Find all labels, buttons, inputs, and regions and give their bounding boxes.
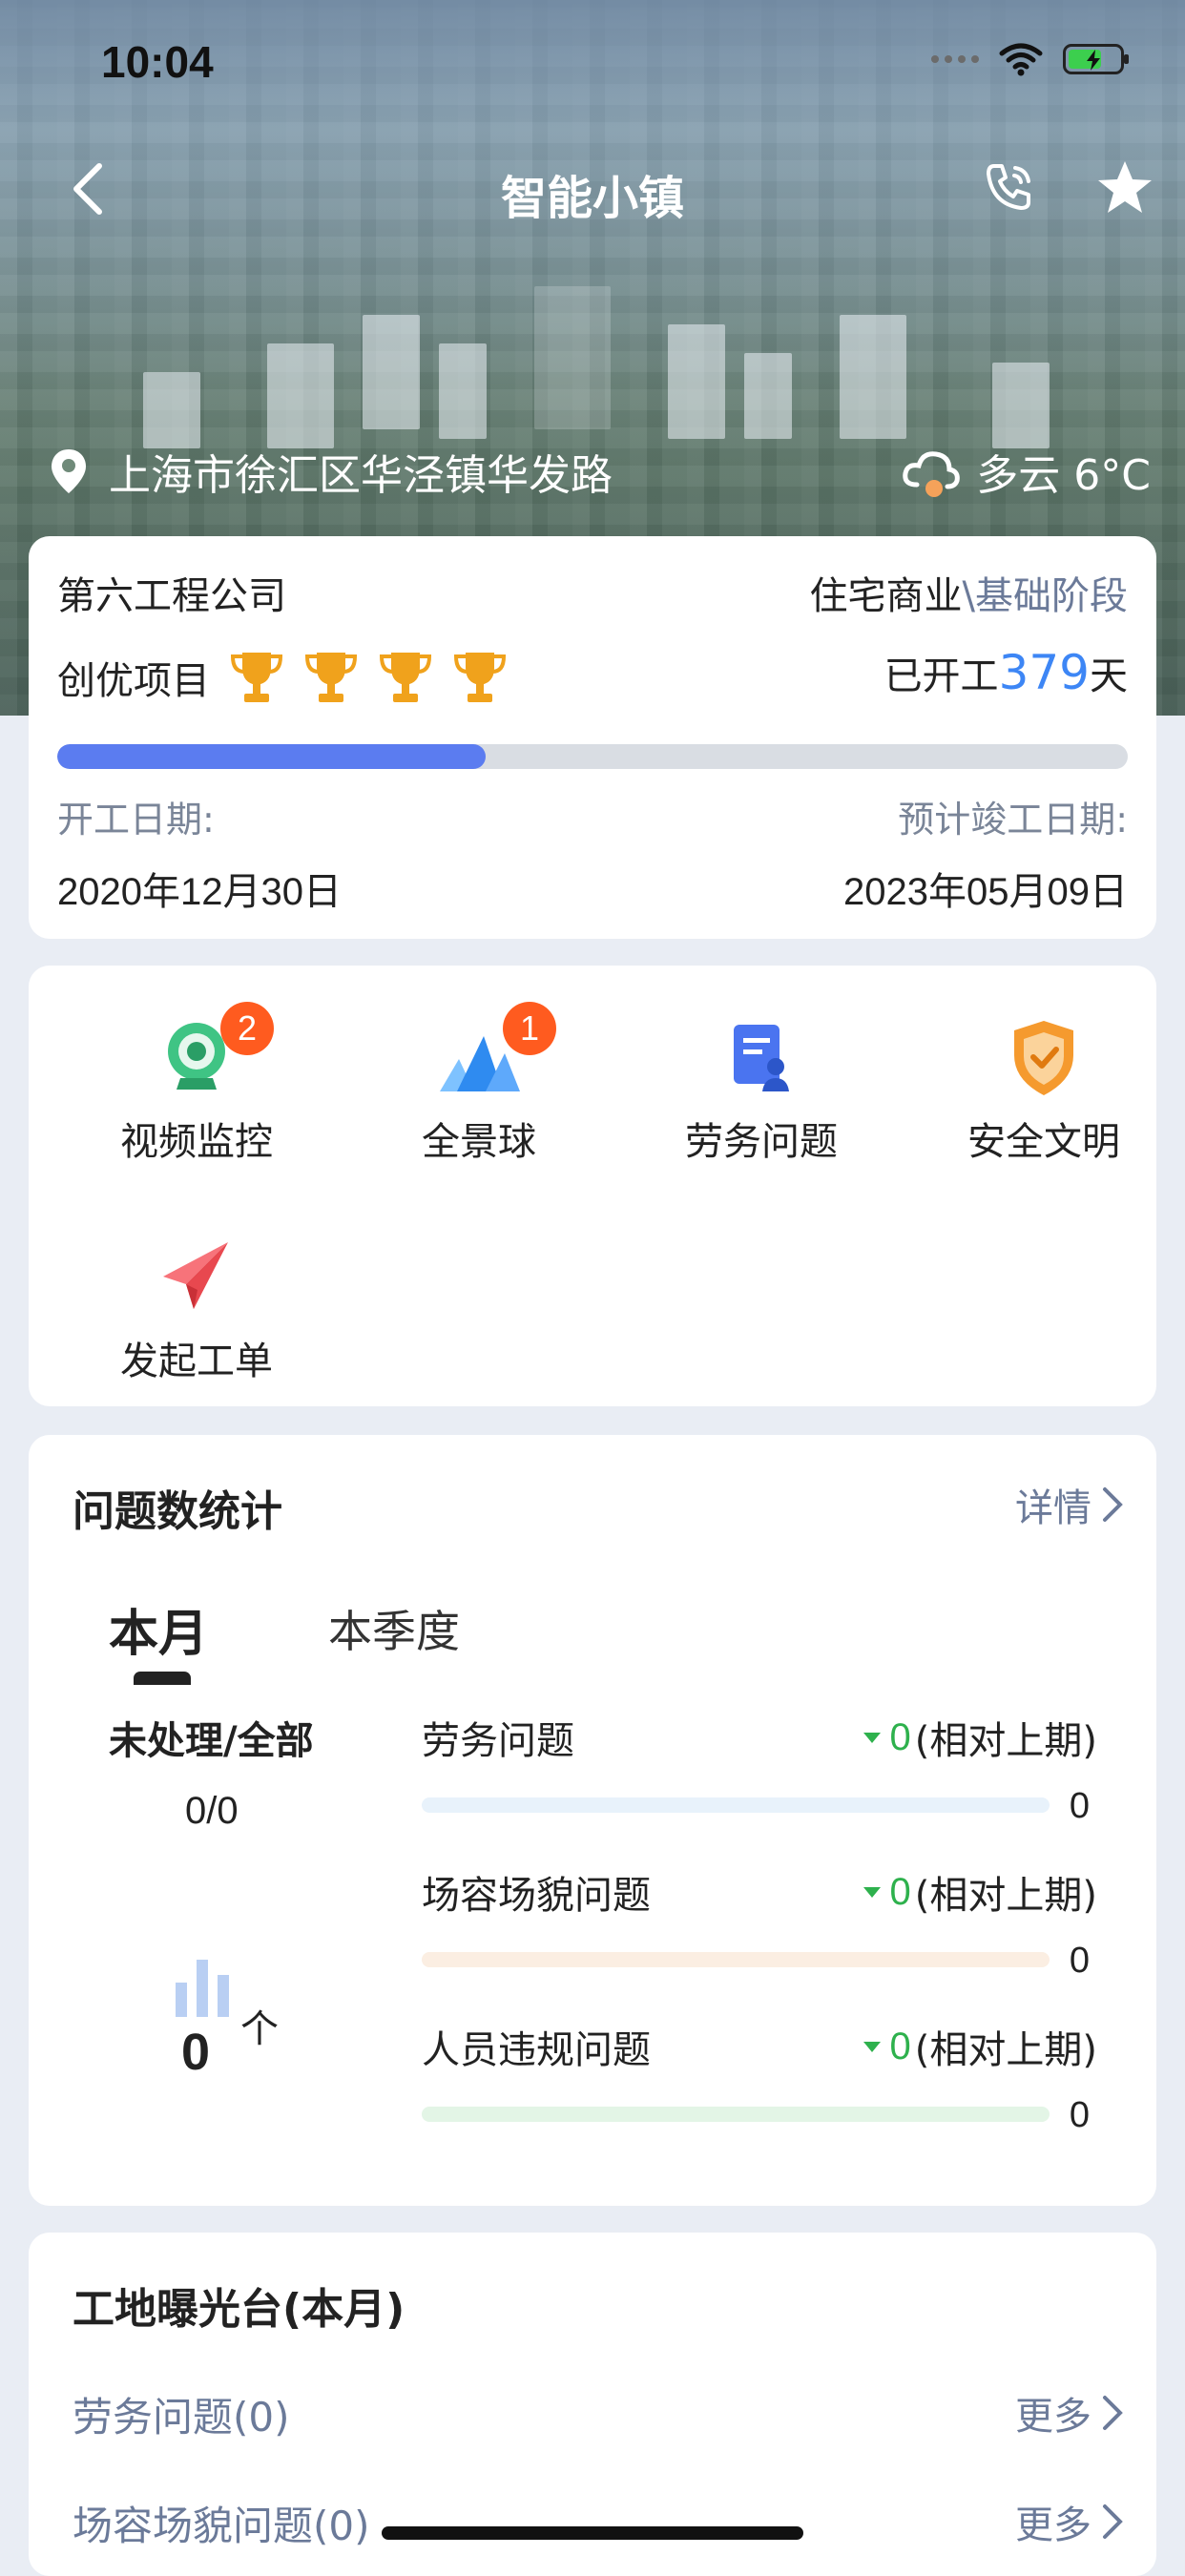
exposure-item[interactable]: 场容场貌问题(0) xyxy=(73,2494,370,2552)
tab-this-quarter[interactable]: 本季度 xyxy=(328,1597,460,1660)
issue-delta: 0 (相对上期) xyxy=(863,1864,1097,1920)
chevron-right-icon xyxy=(1103,2396,1123,2430)
end-date-value: 2023年05月09日 xyxy=(843,871,1128,913)
issue-delta-suffix: (相对上期) xyxy=(914,1719,1097,1763)
function-label: 视频监控 xyxy=(120,1120,273,1164)
phone-icon[interactable] xyxy=(983,160,1036,214)
days-suffix: 天 xyxy=(1090,654,1128,698)
star-icon[interactable] xyxy=(1095,158,1154,218)
project-type: 住宅商业\基础阶段 xyxy=(810,565,1128,620)
issue-delta-suffix: (相对上期) xyxy=(914,1874,1097,1918)
trophy-icon xyxy=(230,653,283,702)
project-stage: \基础阶段 xyxy=(962,574,1128,618)
issue-bar xyxy=(422,1952,1050,1967)
weather-row: 多云 6°C xyxy=(900,441,1151,502)
issue-name: 场容场貌问题 xyxy=(422,1874,651,1918)
more-label: 更多 xyxy=(1015,2395,1091,2439)
location-pin-icon xyxy=(52,449,86,493)
days-prefix: 已开工 xyxy=(884,654,999,698)
issue-delta-value: 0 xyxy=(889,1870,911,1913)
function-grid-card: 2 视频监控 1 全景球 劳务问题 安全文明 发起工单 xyxy=(29,966,1156,1406)
bar-chart-icon xyxy=(176,1960,229,2017)
project-info-card: 第六工程公司 住宅商业\基础阶段 创优项目 已开工379天 开工日期: 预计竣工… xyxy=(29,536,1156,939)
issue-delta-value: 0 xyxy=(889,2025,911,2067)
start-date-value: 2020年12月30日 xyxy=(57,871,342,913)
project-type-label: 住宅商业 xyxy=(809,574,963,618)
issue-count: 0 xyxy=(181,2024,211,2081)
function-label: 全景球 xyxy=(422,1120,536,1164)
issue-bar xyxy=(422,2107,1050,2122)
stats-title: 问题数统计 xyxy=(73,1487,282,1536)
weather-text: 多云 6°C xyxy=(976,451,1151,500)
days-started: 已开工379天 xyxy=(884,645,1128,700)
issue-delta: 0 (相对上期) xyxy=(863,1710,1097,1765)
more-link[interactable]: 更多 xyxy=(1015,2385,1124,2441)
issue-delta-value: 0 xyxy=(889,1715,911,1758)
issue-delta: 0 (相对上期) xyxy=(863,2019,1097,2074)
issue-name: 人员违规问题 xyxy=(422,2028,651,2072)
issue-delta-suffix: (相对上期) xyxy=(914,2028,1097,2072)
award-row: 创优项目 xyxy=(57,649,509,706)
days-value: 379 xyxy=(998,645,1090,700)
status-icons xyxy=(931,42,1129,76)
function-label: 劳务问题 xyxy=(685,1120,838,1164)
panorama-button[interactable]: 1 全景球 xyxy=(364,1002,593,1166)
cloudy-icon xyxy=(903,451,961,497)
labor-issue-button[interactable]: 劳务问题 xyxy=(647,1015,876,1166)
end-date-label: 预计竣工日期: xyxy=(898,799,1128,841)
exposure-item[interactable]: 劳务问题(0) xyxy=(73,2385,290,2443)
down-triangle-icon xyxy=(863,2041,881,2052)
status-time: 10:04 xyxy=(101,37,214,87)
award-label: 创优项目 xyxy=(57,659,210,703)
exposure-card: 工地曝光台(本月) 劳务问题(0) 更多 场容场貌问题(0) 更多 xyxy=(29,2233,1156,2576)
function-label: 安全文明 xyxy=(967,1120,1120,1164)
company-name: 第六工程公司 xyxy=(57,574,286,618)
chevron-right-icon xyxy=(1103,1487,1123,1522)
tab-indicator xyxy=(134,1672,191,1685)
issue-bar xyxy=(422,1797,1050,1813)
trophy-icon xyxy=(453,653,507,702)
battery-icon xyxy=(1063,44,1129,74)
detail-label: 详情 xyxy=(1015,1486,1091,1530)
wifi-icon xyxy=(999,43,1043,76)
location-address: 上海市徐汇区华泾镇华发路 xyxy=(109,451,613,500)
trophy-icon xyxy=(379,653,432,702)
notification-badge: 2 xyxy=(220,1002,274,1055)
progress-fill xyxy=(57,744,486,769)
stats-detail-link[interactable]: 详情 xyxy=(1015,1477,1124,1532)
document-user-icon xyxy=(734,1025,789,1091)
home-indicator[interactable] xyxy=(382,2526,803,2540)
function-label: 发起工单 xyxy=(120,1340,273,1383)
signal-icon xyxy=(931,55,979,63)
start-date-label: 开工日期: xyxy=(57,799,215,841)
issue-value: 0 xyxy=(1069,1786,1090,1826)
issue-count-unit: 个 xyxy=(240,2007,279,2051)
down-triangle-icon xyxy=(863,1886,881,1898)
create-ticket-button[interactable]: 发起工单 xyxy=(82,1235,311,1385)
shield-icon xyxy=(1014,1021,1073,1095)
location-row: 上海市徐汇区华泾镇华发路 xyxy=(50,441,613,502)
trophy-list xyxy=(227,649,509,706)
safety-button[interactable]: 安全文明 xyxy=(929,1015,1158,1166)
issue-name: 劳务问题 xyxy=(422,1719,574,1763)
unprocessed-value: 0/0 xyxy=(185,1790,239,1832)
paper-plane-icon xyxy=(163,1242,228,1309)
issue-stats-card: 问题数统计 详情 本月 本季度 未处理/全部 0/0 0 个 劳务问题 0 (相对… xyxy=(29,1435,1156,2206)
issue-value: 0 xyxy=(1069,1941,1090,1981)
progress-bar xyxy=(57,744,1128,769)
notification-badge: 1 xyxy=(503,1002,556,1055)
more-label: 更多 xyxy=(1015,2503,1091,2547)
unprocessed-label: 未处理/全部 xyxy=(109,1719,314,1763)
tab-this-month[interactable]: 本月 xyxy=(109,1593,208,1665)
issue-value: 0 xyxy=(1069,2095,1090,2135)
trophy-icon xyxy=(304,653,358,702)
more-link[interactable]: 更多 xyxy=(1015,2494,1124,2549)
video-monitor-button[interactable]: 2 视频监控 xyxy=(82,1002,311,1166)
exposure-title: 工地曝光台(本月) xyxy=(73,2285,405,2334)
chevron-right-icon xyxy=(1103,2504,1123,2539)
down-triangle-icon xyxy=(863,1732,881,1743)
